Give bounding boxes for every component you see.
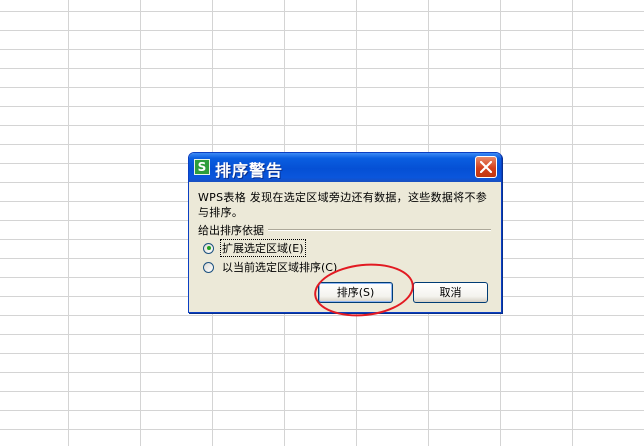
group-divider	[259, 229, 491, 231]
option-label: 以当前选定区域排序(C)	[222, 261, 338, 274]
close-icon	[480, 161, 492, 173]
group-label: 给出排序依据	[198, 222, 268, 238]
dialog-title: 排序警告	[215, 161, 284, 180]
radio-button[interactable]	[203, 261, 214, 273]
warning-message: WPS表格 发现在选定区域旁边还有数据，这些数据将不参与排序。	[198, 191, 488, 219]
sort-warning-dialog: S 排序警告 WPS表格 发现在选定区域旁边还有数据，这些数据将不参与排序。 给…	[188, 152, 502, 313]
option-label: 扩展选定区域(E)	[220, 239, 306, 257]
dialog-title-bar[interactable]: S 排序警告	[189, 153, 501, 182]
wps-spreadsheet-icon: S	[194, 159, 210, 175]
radio-button-checked[interactable]	[203, 242, 214, 254]
cancel-button[interactable]: 取消	[413, 282, 488, 303]
option-expand-selection[interactable]: 扩展选定区域(E)	[203, 239, 306, 257]
option-current-selection[interactable]: 以当前选定区域排序(C)	[203, 259, 338, 275]
sort-button[interactable]: 排序(S)	[318, 282, 393, 303]
close-button[interactable]	[475, 156, 497, 178]
